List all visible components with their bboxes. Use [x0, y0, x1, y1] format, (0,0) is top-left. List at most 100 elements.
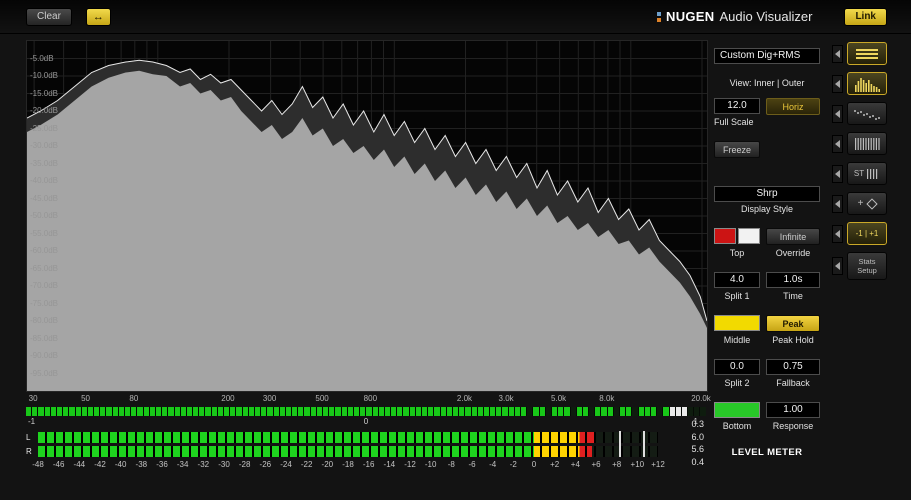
correlation-meter	[26, 407, 706, 416]
resize-arrows-button[interactable]: ↔	[85, 7, 111, 26]
fallback-label: Fallback	[776, 378, 810, 388]
meter-row-right: R	[26, 445, 708, 457]
response-value[interactable]: 1.00	[766, 402, 820, 418]
time-value[interactable]: 1.0s	[766, 272, 820, 288]
override-label: Override	[775, 248, 811, 258]
collapse-arrow-button[interactable]	[832, 194, 843, 213]
view-fft-bars-button[interactable]	[847, 72, 887, 95]
middle-color-swatch[interactable]	[714, 315, 760, 331]
collapse-arrow-button[interactable]	[832, 164, 843, 183]
peak-hold-button[interactable]: Peak	[766, 315, 820, 332]
corr-segment	[446, 407, 452, 416]
meter-scale-label: -34	[176, 460, 189, 469]
corr-segment	[298, 407, 304, 416]
stereo-comb-icon	[867, 168, 878, 179]
split2-fallback-row: 0.0 0.75	[714, 359, 820, 375]
meter-scale-label: -2	[509, 460, 517, 469]
freeze-button[interactable]: Freeze	[714, 141, 760, 158]
meter-scale-label: +8	[612, 460, 622, 469]
top-swatch-pair	[714, 228, 760, 245]
meter-scale-label: -42	[94, 460, 106, 469]
corr-segment	[533, 407, 539, 416]
collapse-arrow-button[interactable]	[832, 224, 843, 243]
collapse-arrow-button[interactable]	[832, 44, 843, 63]
view-spectrogram-button[interactable]	[847, 132, 887, 155]
spectrum-analyzer-display[interactable]: -5.0dB -10.0dB -15.0dB -20.0dB -25.0dB -30.0d…	[26, 40, 708, 392]
bottom-color-swatch[interactable]	[714, 402, 760, 418]
peak-hold-mark	[642, 431, 645, 457]
sidebar-row-fft	[832, 72, 890, 95]
meter-scale-label: -36	[156, 460, 168, 469]
top-color-swatch-red[interactable]	[714, 228, 736, 244]
split1-value[interactable]: 4.0	[714, 272, 760, 288]
bottom-response-labels: Bottom Response	[714, 421, 820, 431]
corr-segment	[87, 407, 94, 416]
stats-label-line2: Setup	[857, 266, 877, 275]
corr-segment	[267, 407, 273, 416]
corr-segment	[551, 407, 558, 416]
preset-selector[interactable]: Custom Dig+RMS	[714, 48, 820, 64]
split1-time-row: 4.0 1.0s	[714, 272, 820, 288]
view-level-lines-button[interactable]	[847, 42, 887, 65]
freq-tick-label: 20.0k	[691, 394, 711, 403]
left-triangle-icon	[835, 139, 840, 148]
level-meter-bar-left	[38, 431, 658, 443]
freq-tick-label: 80	[129, 394, 139, 403]
corr-segment	[261, 407, 267, 416]
horiz-button[interactable]: Horiz	[766, 98, 820, 115]
corr-segment	[323, 407, 329, 416]
corr-segment	[539, 407, 545, 416]
corr-segment	[508, 407, 514, 416]
spectrum-chart	[27, 41, 707, 391]
corr-segment	[360, 407, 366, 416]
corr-segment	[644, 407, 650, 416]
db-axis-label: -70.0dB	[30, 281, 59, 290]
meter-row-left: L	[26, 431, 708, 443]
db-axis-label: -80.0dB	[30, 316, 59, 325]
left-triangle-icon	[835, 49, 840, 58]
spectrum-bars-icon	[855, 77, 880, 92]
corr-segment	[180, 407, 186, 416]
corr-segment	[50, 407, 56, 416]
override-infinite-button[interactable]: Infinite	[766, 228, 820, 245]
stats-setup-button[interactable]: Stats Setup	[847, 252, 887, 280]
view-mode-toggle[interactable]: View: Inner | Outer	[714, 78, 820, 88]
full-scale-value[interactable]: 12.0	[714, 98, 760, 114]
corr-segment	[186, 407, 193, 416]
collapse-arrow-button[interactable]	[832, 104, 843, 123]
split2-value[interactable]: 0.0	[714, 359, 760, 375]
meter-scale-label: -28	[238, 460, 251, 469]
db-axis-label: -90.0dB	[30, 351, 59, 360]
corr-segment	[391, 407, 397, 416]
view-correlation-button[interactable]: -1 | +1	[847, 222, 887, 245]
collapse-arrow-button[interactable]	[832, 257, 843, 275]
corr-segment	[273, 407, 279, 416]
correlation-axis: -1 0 1	[26, 416, 706, 427]
meter-readout-value: 5.6	[691, 444, 704, 454]
meter-scale-label: -6	[468, 460, 476, 469]
db-axis-label: -50.0dB	[30, 211, 59, 220]
clear-button[interactable]: Clear	[26, 7, 72, 26]
collapse-arrow-button[interactable]	[832, 74, 843, 93]
corr-segment	[304, 407, 310, 416]
view-vectorscope-button[interactable]: +	[847, 192, 887, 215]
link-button[interactable]: Link	[844, 7, 887, 26]
top-color-swatch-white[interactable]	[738, 228, 760, 244]
corr-segment	[465, 407, 471, 416]
corr-segment	[564, 407, 570, 416]
app-title: NUGEN Audio Visualizer	[657, 9, 812, 24]
meter-scale-label: -14	[383, 460, 396, 469]
display-style-selector[interactable]: Shrp	[714, 186, 820, 202]
view-peaks-dots-button[interactable]	[847, 102, 887, 125]
corr-segment	[193, 407, 199, 416]
collapse-arrow-button[interactable]	[832, 134, 843, 153]
fallback-value[interactable]: 0.75	[766, 359, 820, 375]
corr-segment	[477, 407, 483, 416]
db-axis-label: -40.0dB	[30, 176, 59, 185]
top-override-labels: Top Override	[714, 248, 820, 258]
view-stereo-button[interactable]: ST	[847, 162, 887, 185]
corr-segment	[620, 407, 626, 416]
meter-scale-label: +10	[630, 460, 645, 469]
main-area: -5.0dB -10.0dB -15.0dB -20.0dB -25.0dB -30.0d…	[0, 34, 911, 471]
corr-segment	[205, 407, 211, 416]
